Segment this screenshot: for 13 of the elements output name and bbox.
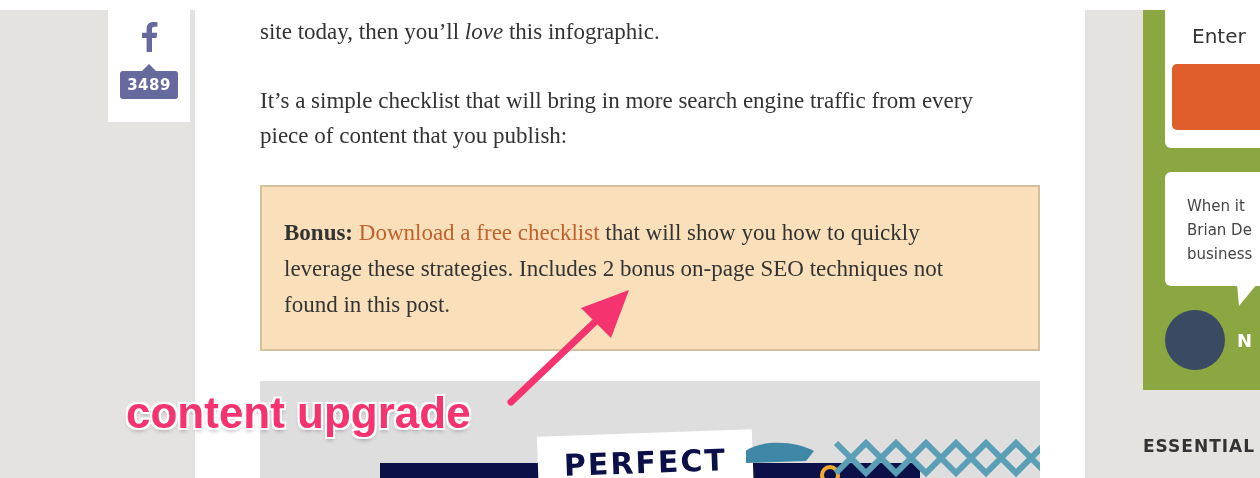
- avatar: [1165, 310, 1225, 370]
- optin-prompt: Enter: [1192, 24, 1247, 48]
- author-name: N: [1237, 329, 1253, 351]
- article-paragraph: It’s a simple checklist that will bring in more search engine traffic from every piece of content that you publish:: [260, 87, 974, 150]
- testimonial-quote: When it Brian De business: [1187, 196, 1254, 265]
- sidebar-heading: ESSENTIAL: [1143, 436, 1257, 456]
- pointer-notch-icon: [142, 64, 156, 71]
- bonus-text: Bonus: Download a free checklist that will show you how to quickly leverage these strategies. Includes 2 bonus on-page SEO techniques not found in this post.: [284, 219, 945, 319]
- checklist-link[interactable]: Download a free checklist: [358, 220, 600, 245]
- facebook-icon[interactable]: [140, 22, 158, 52]
- infographic-title: PERFECT: [536, 429, 755, 478]
- article-paragraph: site today, then you’ll love this infographic.: [260, 18, 661, 46]
- annotation-label: content upgrade: [126, 388, 471, 438]
